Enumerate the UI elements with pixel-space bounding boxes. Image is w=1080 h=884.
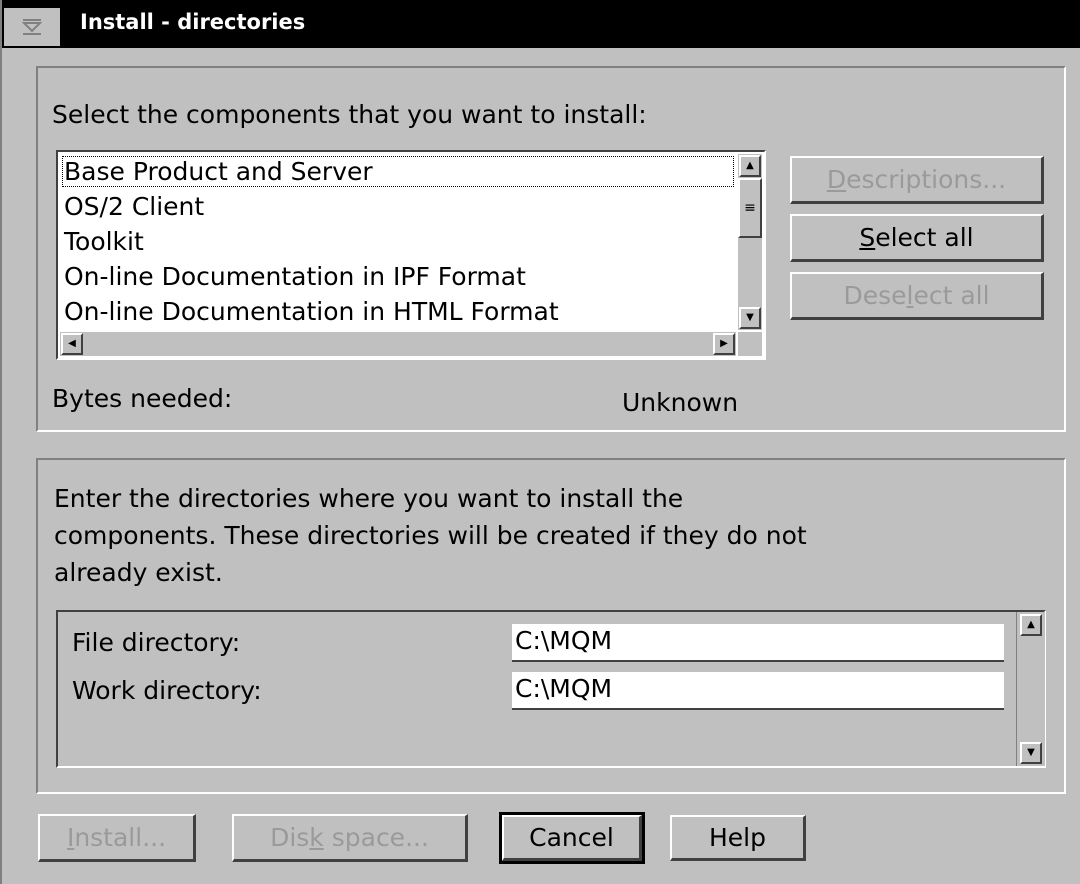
work-directory-label: Work directory:	[72, 676, 262, 705]
directories-prompt-line-3: already exist.	[54, 558, 223, 587]
components-list[interactable]: Base Product and Server OS/2 Client Tool…	[60, 154, 736, 330]
components-listbox[interactable]: Base Product and Server OS/2 Client Tool…	[56, 150, 766, 360]
directories-vertical-scrollbar[interactable]: ▲ ▼	[1016, 612, 1045, 766]
help-button[interactable]: Help	[670, 815, 806, 861]
install-label-post: nstall...	[74, 823, 167, 852]
file-directory-label: File directory:	[72, 628, 241, 657]
right-arrow-icon[interactable]: ▶	[713, 333, 735, 355]
file-directory-field[interactable]: C:\MQM	[512, 624, 1004, 662]
disk-space-label-mnemonic: k	[309, 823, 324, 852]
select-all-label-mnemonic: S	[859, 223, 876, 252]
scrollbar-corner	[738, 332, 762, 356]
bytes-needed-label: Bytes needed:	[52, 384, 233, 413]
deselect-all-label-post: ect all	[913, 281, 990, 310]
deselect-all-button[interactable]: Deselect all	[790, 272, 1044, 320]
cancel-button[interactable]: Cancel	[499, 812, 645, 864]
select-all-button[interactable]: Select all	[790, 214, 1044, 262]
components-horizontal-scrollbar[interactable]: ◀ ▶	[60, 332, 736, 356]
list-item[interactable]: On-line Documentation in HTML Format	[60, 294, 736, 329]
window-title: Install - directories	[80, 10, 306, 34]
list-item[interactable]: Toolkit	[60, 224, 736, 259]
install-directories-window: Install - directories Select the compone…	[0, 0, 1080, 884]
bytes-needed-value: Unknown	[622, 388, 739, 417]
up-arrow-icon[interactable]: ▲	[1020, 614, 1042, 636]
descriptions-button[interactable]: Descriptions...	[790, 156, 1044, 204]
list-item[interactable]: Base Product and Server	[60, 154, 736, 189]
system-menu-icon[interactable]	[4, 8, 60, 46]
up-arrow-icon[interactable]: ▲	[739, 155, 761, 177]
descriptions-label-mnemonic: D	[826, 165, 847, 194]
components-vertical-scrollbar[interactable]: ▲ ≡ ▼	[738, 154, 762, 330]
list-item[interactable]: OS/2 Client	[60, 189, 736, 224]
directories-panel: File directory: C:\MQM Work directory: C…	[56, 610, 1046, 768]
down-arrow-icon[interactable]: ▼	[739, 307, 761, 329]
scroll-thumb[interactable]: ≡	[738, 178, 762, 238]
list-item[interactable]: On-line Documentation in IPF Format	[60, 259, 736, 294]
down-arrow-icon[interactable]: ▼	[1020, 742, 1042, 764]
directories-prompt-line-1: Enter the directories where you want to …	[54, 484, 684, 513]
descriptions-label-post: escriptions...	[846, 165, 1007, 194]
components-prompt: Select the components that you want to i…	[52, 100, 647, 129]
install-button[interactable]: Install...	[38, 814, 196, 862]
deselect-all-label-pre: Dese	[843, 281, 907, 310]
select-all-label-post: elect all	[875, 223, 974, 252]
title-bar[interactable]: Install - directories	[2, 0, 1080, 48]
work-directory-field[interactable]: C:\MQM	[512, 672, 1004, 710]
disk-space-button[interactable]: Disk space...	[232, 814, 468, 862]
directories-prompt-line-2: components. These directories will be cr…	[54, 521, 807, 550]
disk-space-label-post: space...	[323, 823, 429, 852]
left-arrow-icon[interactable]: ◀	[61, 333, 83, 355]
disk-space-label-pre: Dis	[270, 823, 310, 852]
